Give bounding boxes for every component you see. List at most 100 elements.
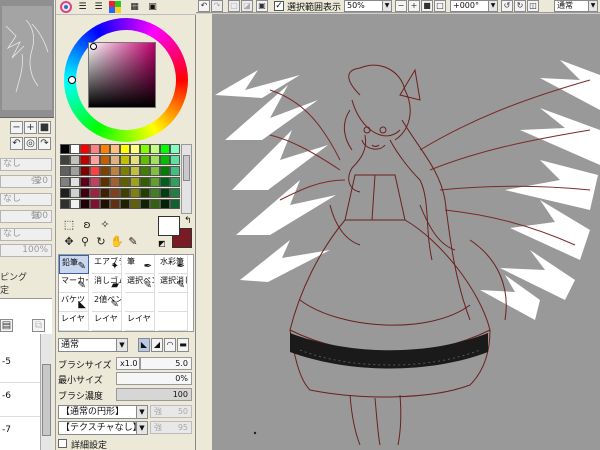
swatch-grid[interactable]	[60, 144, 180, 214]
invert-selection-icon[interactable]: ◪	[241, 0, 253, 12]
brush-size-input[interactable]: 5.0	[140, 357, 192, 370]
color-swatch[interactable]	[120, 199, 130, 209]
brush-density-input[interactable]: 100	[116, 388, 192, 401]
rect-select-icon[interactable]: ⬚	[62, 218, 76, 232]
color-swatch[interactable]	[150, 144, 160, 154]
color-swatch[interactable]	[100, 166, 110, 176]
color-swatch[interactable]	[90, 166, 100, 176]
redo-icon[interactable]: ↷	[211, 0, 223, 12]
color-swatch[interactable]	[60, 144, 70, 154]
color-swatch[interactable]	[150, 166, 160, 176]
brush-shape-strength[interactable]: 強 50	[150, 405, 192, 418]
zoom-out-icon[interactable]: −	[395, 0, 407, 12]
color-swatch[interactable]	[70, 155, 80, 165]
color-swatch[interactable]	[70, 177, 80, 187]
color-swatch[interactable]	[130, 177, 140, 187]
brush-slot[interactable]: バケツ ◣	[59, 293, 89, 312]
color-wheel[interactable]	[64, 18, 188, 142]
color-swatch[interactable]	[130, 144, 140, 154]
brush-slot[interactable]: マーカー✎	[59, 274, 89, 293]
tip-shape-hard-button[interactable]: ◣	[138, 338, 150, 352]
brush-slot[interactable]: 選択ペン✎	[125, 274, 155, 293]
color-swatch[interactable]	[170, 155, 180, 165]
color-swatch[interactable]	[110, 166, 120, 176]
min-size-input[interactable]: 0%	[116, 372, 192, 385]
color-swatch[interactable]	[120, 177, 130, 187]
brush-slot[interactable]: 消しゴム▰	[92, 274, 122, 293]
color-swatch[interactable]	[100, 155, 110, 165]
color-swatch[interactable]	[70, 199, 80, 209]
texture-dropdown[interactable]: 【テクスチャなし】 ▼	[58, 421, 148, 435]
layer-select-icon[interactable]: ▣	[256, 0, 268, 12]
layer-row[interactable]: -7	[0, 417, 40, 450]
nav-zoom-in-button[interactable]: +	[24, 121, 37, 134]
color-swatch[interactable]	[170, 144, 180, 154]
nav-rotate-left-button[interactable]: ↶	[10, 137, 23, 150]
color-swatch[interactable]	[140, 155, 150, 165]
color-swatch[interactable]	[130, 199, 140, 209]
color-swatch[interactable]	[90, 199, 100, 209]
swatch-grid-tab-icon[interactable]: ▦	[128, 1, 141, 13]
move-icon[interactable]: ✥	[62, 235, 76, 249]
color-swatch[interactable]	[90, 177, 100, 187]
nav-rotate-right-button[interactable]: ↷	[38, 137, 51, 150]
color-wheel-tab-icon[interactable]	[59, 1, 72, 13]
color-swatch[interactable]	[120, 188, 130, 198]
color-swatch[interactable]	[100, 199, 110, 209]
tip-shape-flat-button[interactable]: ▬	[177, 338, 189, 352]
flip-icon[interactable]: ◫	[527, 0, 539, 12]
rotate-right-icon[interactable]: ↻	[514, 0, 526, 12]
brush-slot[interactable]	[158, 312, 188, 331]
brush-size-multiplier[interactable]: x1.0	[116, 357, 140, 370]
color-swatch[interactable]	[140, 199, 150, 209]
color-swatch[interactable]	[160, 177, 170, 187]
brush-slot[interactable]: 選択消し✎	[158, 274, 188, 293]
undo-icon[interactable]: ↶	[198, 0, 210, 12]
swap-colors-icon[interactable]: ↰	[184, 216, 192, 226]
layer-row[interactable]: -5	[0, 349, 40, 383]
tip-shape-soft-button[interactable]: ◠	[164, 338, 176, 352]
scratchpad-tab-icon[interactable]: ▣	[146, 1, 159, 13]
brush-shape-dropdown[interactable]: 【通常の円形】 ▼	[58, 405, 148, 419]
color-swatch[interactable]	[120, 144, 130, 154]
color-swatch[interactable]	[110, 155, 120, 165]
rotation-dropdown[interactable]: +000° ▼	[450, 0, 498, 12]
color-swatch[interactable]	[90, 188, 100, 198]
color-swatch[interactable]	[110, 199, 120, 209]
opacity-field[interactable]: 100%	[0, 244, 52, 257]
color-swatch[interactable]	[110, 177, 120, 187]
color-swatch[interactable]	[90, 144, 100, 154]
color-swatch[interactable]	[80, 166, 90, 176]
color-swatch[interactable]	[130, 155, 140, 165]
color-swatch[interactable]	[90, 155, 100, 165]
rgb-sliders-tab-icon[interactable]: ☰	[76, 1, 89, 13]
navigator-preview[interactable]	[0, 0, 54, 118]
nav-rotate-reset-button[interactable]: ◎	[24, 137, 37, 150]
brush-slot[interactable]: レイヤ	[92, 312, 122, 331]
new-layer-icon[interactable]: ▤	[0, 319, 13, 332]
color-swatch[interactable]	[100, 144, 110, 154]
color-swatch[interactable]	[160, 188, 170, 198]
hand-icon[interactable]: ✋	[110, 235, 124, 249]
color-swatch[interactable]	[60, 188, 70, 198]
zoom-in-icon[interactable]: +	[408, 0, 420, 12]
layer-scrollbar[interactable]	[40, 334, 52, 450]
color-swatch[interactable]	[120, 166, 130, 176]
color-swatch[interactable]	[150, 177, 160, 187]
color-swatch[interactable]	[160, 155, 170, 165]
brush-slot[interactable]: 水彩筆 ✒	[158, 255, 188, 274]
reset-colors-icon[interactable]: ◩	[158, 239, 166, 248]
color-swatch[interactable]	[170, 199, 180, 209]
hue-picker-marker[interactable]	[68, 76, 76, 84]
zoom-fit-icon[interactable]: □	[434, 0, 446, 12]
color-swatch[interactable]	[150, 155, 160, 165]
brush-slot[interactable]	[158, 293, 188, 312]
color-swatch[interactable]	[60, 177, 70, 187]
blend-mode-dropdown[interactable]: 通常 ▼	[58, 338, 128, 352]
color-swatch[interactable]	[160, 144, 170, 154]
drawing-canvas[interactable]	[212, 14, 600, 450]
brush-slot[interactable]: エアブラシ✦	[92, 255, 122, 274]
color-swatch[interactable]	[130, 166, 140, 176]
deselect-icon[interactable]: ▢	[228, 0, 240, 12]
nav-zoom-reset-button[interactable]: ■	[38, 121, 51, 134]
